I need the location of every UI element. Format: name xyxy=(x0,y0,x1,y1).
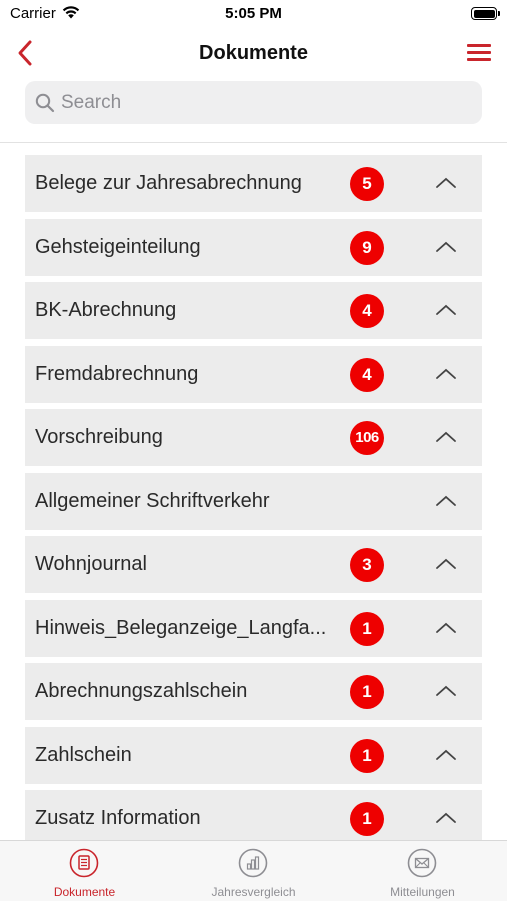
tab-label: Mitteilungen xyxy=(390,885,455,899)
document-category-row[interactable]: Zusatz Information 1 xyxy=(25,790,482,841)
hamburger-menu-icon xyxy=(467,44,491,47)
document-category-row[interactable]: Fremdabrechnung 4 xyxy=(25,345,482,403)
navigation-bar: Dokumente xyxy=(0,30,507,76)
count-badge: 5 xyxy=(350,167,384,201)
chevron-up-icon[interactable] xyxy=(435,622,457,634)
document-category-row[interactable]: Zahlschein 1 xyxy=(25,726,482,784)
chevron-up-icon[interactable] xyxy=(435,241,457,253)
document-category-row[interactable]: BK-Abrechnung 4 xyxy=(25,282,482,339)
count-badge: 1 xyxy=(350,738,384,773)
document-category-row[interactable]: Abrechnungszahlschein 1 xyxy=(25,663,482,720)
count-badge: 3 xyxy=(350,548,384,582)
chevron-up-icon[interactable] xyxy=(435,749,457,761)
chevron-up-icon[interactable] xyxy=(435,558,457,570)
chevron-up-icon[interactable] xyxy=(435,685,457,697)
search-input[interactable] xyxy=(61,81,461,124)
category-label: BK-Abrechnung xyxy=(35,299,177,321)
divider xyxy=(0,142,507,143)
document-category-row[interactable]: Vorschreibung 106 xyxy=(25,409,482,466)
category-label: Allgemeiner Schriftverkehr xyxy=(35,489,270,512)
category-label: Gehsteigeinteilung xyxy=(35,235,201,258)
count-badge: 1 xyxy=(350,802,384,836)
chevron-up-icon[interactable] xyxy=(435,177,457,189)
document-category-row[interactable]: Allgemeiner Schriftverkehr xyxy=(25,472,482,530)
search-bar[interactable] xyxy=(25,81,482,124)
page-title: Dokumente xyxy=(199,42,308,64)
chevron-up-icon[interactable] xyxy=(435,495,457,507)
category-label: Zusatz Information xyxy=(35,807,201,829)
document-category-row[interactable]: Gehsteigeinteilung 9 xyxy=(25,218,482,276)
category-label: Abrechnungszahlschein xyxy=(35,680,248,702)
document-category-row[interactable]: Belege zur Jahresabrechnung 5 xyxy=(25,155,482,212)
document-list: Belege zur Jahresabrechnung 5 Gehsteigei… xyxy=(25,155,482,841)
category-label: Fremdabrechnung xyxy=(35,362,199,385)
status-bar: Carrier 5:05 PM xyxy=(0,0,507,30)
chevron-up-icon[interactable] xyxy=(435,431,457,443)
count-badge: 4 xyxy=(350,357,384,392)
count-badge: 106 xyxy=(350,421,384,455)
chevron-up-icon[interactable] xyxy=(435,812,457,824)
chevron-up-icon[interactable] xyxy=(435,368,457,380)
menu-button[interactable] xyxy=(467,44,491,62)
tab-dokumente[interactable]: Dokumente xyxy=(0,841,169,901)
tab-label: Dokumente xyxy=(53,885,116,899)
tab-mitteilungen[interactable]: Mitteilungen xyxy=(338,841,507,901)
chevron-up-icon[interactable] xyxy=(435,304,457,316)
tab-jahresvergleich[interactable]: Jahresvergleich xyxy=(169,841,338,901)
document-category-row[interactable]: Hinweis_Beleganzeige_Langfa... 1 xyxy=(25,599,482,657)
clock-time: 5:05 PM xyxy=(225,5,282,22)
envelope-icon xyxy=(407,848,437,878)
tab-bar: Dokumente Jahresvergleich Mitteilungen xyxy=(0,840,507,901)
count-badge: 1 xyxy=(350,675,384,709)
document-icon xyxy=(69,848,99,878)
tab-label: Jahresvergleich xyxy=(211,885,296,899)
count-badge: 1 xyxy=(350,611,384,646)
category-label: Hinweis_Beleganzeige_Langfa... xyxy=(35,616,327,639)
search-icon xyxy=(35,93,55,113)
category-label: Vorschreibung xyxy=(35,426,163,448)
category-label: Wohnjournal xyxy=(35,553,147,575)
bar-chart-icon xyxy=(238,848,268,878)
category-label: Zahlschein xyxy=(35,743,132,766)
count-badge: 9 xyxy=(350,230,384,265)
category-label: Belege zur Jahresabrechnung xyxy=(35,172,302,194)
count-badge: 4 xyxy=(350,294,384,328)
battery-icon xyxy=(471,7,500,20)
document-category-row[interactable]: Wohnjournal 3 xyxy=(25,536,482,593)
